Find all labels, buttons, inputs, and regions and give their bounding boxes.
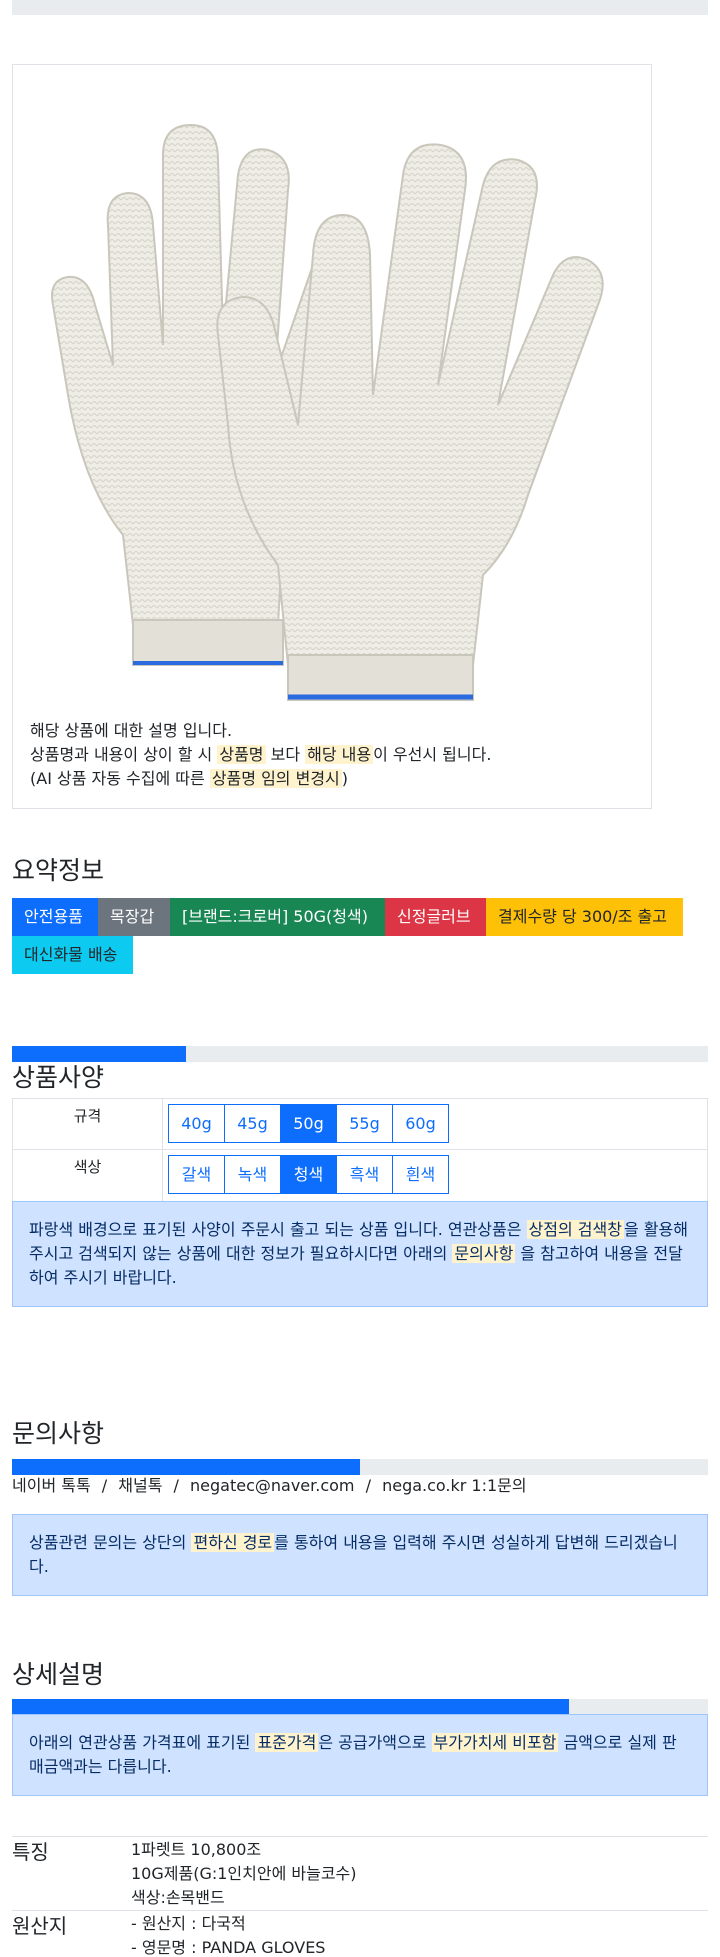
option-40g[interactable]: 40g — [168, 1104, 225, 1143]
divider — [12, 1836, 708, 1837]
detail-label-origin: 원산지 — [12, 1914, 68, 1938]
option-blue[interactable]: 청색 — [280, 1155, 337, 1194]
highlight-vat: 부가가치세 비포함 — [431, 1733, 559, 1752]
separator: / — [365, 1476, 371, 1495]
image-description: 해당 상품에 대한 설명 입니다. 상품명과 내용이 상이 할 시 상품명 보다… — [30, 719, 491, 791]
desc-text: 이 우선시 됩니다. — [373, 745, 492, 764]
details-notice: 아래의 연관상품 가격표에 표기된 표준가격 은 공급가액으로 부가가치세 비포함… — [12, 1714, 708, 1796]
feature-line: 1파렛트 10,800조 — [131, 1840, 262, 1859]
desc-line-2: 상품명과 내용이 상이 할 시 상품명 보다 해당 내용 이 우선시 됩니다. — [30, 743, 491, 767]
summary-title: 요약정보 — [12, 856, 105, 885]
specs-table: 규격 40g 45g 50g 55g 60g 색상 갈색 녹색 청색 흑색 흰색 — [12, 1098, 708, 1202]
specs-progress-fill — [12, 1046, 186, 1062]
detail-value-features: 1파렛트 10,800조 10G제품(G:1인치안에 바늘코수) 색상:손목밴드 — [131, 1838, 357, 1910]
inquiry-progress-fill — [12, 1459, 360, 1475]
detail-value-origin: - 원산지 : 다국적 - 영문명 : PANDA GLOVES — [131, 1912, 325, 1957]
badge-type: 목장갑 — [98, 898, 170, 936]
origin-line: - 영문명 : PANDA GLOVES — [131, 1938, 326, 1957]
origin-line: - 원산지 : 다국적 — [131, 1914, 246, 1933]
badge-quantity: 결제수량 당 300/조 출고 — [486, 898, 683, 936]
inquiry-notice: 상품관련 문의는 상단의 편하신 경로 를 통하여 내용을 입력해 주시면 성실하… — [12, 1514, 708, 1596]
details-progress — [12, 1699, 708, 1715]
top-strip — [12, 0, 708, 15]
highlight-standard-price: 표준가격 — [255, 1733, 319, 1752]
notice-text: 파랑색 배경으로 표기된 사양이 주문시 출고 되는 상품 입니다. 연관상품은 — [29, 1220, 527, 1239]
desc-text: 상품명과 내용이 상이 할 시 — [30, 745, 218, 764]
glove-image — [51, 123, 604, 701]
separator: / — [173, 1476, 179, 1495]
channel-email[interactable]: negatec@naver.com — [190, 1476, 354, 1495]
highlight-route: 편하신 경로 — [191, 1533, 275, 1552]
desc-text: (AI 상품 자동 수집에 따른 — [30, 769, 210, 788]
highlight-inquiry: 문의사항 — [452, 1244, 516, 1263]
divider — [12, 1910, 708, 1911]
spec-row-size: 규격 40g 45g 50g 55g 60g — [13, 1099, 707, 1150]
badge-maker: 신정글러브 — [385, 898, 486, 936]
product-image-card: 해당 상품에 대한 설명 입니다. 상품명과 내용이 상이 할 시 상품명 보다… — [12, 64, 652, 809]
channel-website[interactable]: nega.co.kr 1:1문의 — [382, 1476, 527, 1495]
inquiry-title: 문의사항 — [12, 1419, 105, 1448]
desc-text: 보다 — [265, 745, 306, 764]
specs-notice: 파랑색 배경으로 표기된 사양이 주문시 출고 되는 상품 입니다. 연관상품은… — [12, 1201, 708, 1307]
option-black[interactable]: 흑색 — [336, 1155, 393, 1194]
badge-brand: [브랜드:크로버] 50G(청색) — [170, 898, 385, 936]
option-50g[interactable]: 50g — [280, 1104, 337, 1143]
highlight-product-name: 상품명 — [217, 745, 266, 764]
feature-line: 10G제품(G:1인치안에 바늘코수) — [131, 1864, 357, 1883]
spec-label-size: 규격 — [13, 1099, 163, 1149]
desc-line-1: 해당 상품에 대한 설명 입니다. — [30, 721, 233, 740]
channel-channeltalk[interactable]: 채널톡 — [118, 1476, 162, 1495]
specs-title: 상품사양 — [12, 1063, 105, 1092]
spec-label-color: 색상 — [13, 1150, 163, 1201]
notice-text: 은 공급가액으로 — [318, 1733, 432, 1752]
highlight-content: 해당 내용 — [305, 745, 374, 764]
highlight-name-change: 상품명 임의 변경시 — [209, 769, 342, 788]
specs-progress — [12, 1046, 708, 1062]
details-title: 상세설명 — [12, 1660, 105, 1689]
channel-naver-talk[interactable]: 네이버 톡톡 — [12, 1476, 91, 1495]
option-45g[interactable]: 45g — [224, 1104, 281, 1143]
feature-line: 색상:손목밴드 — [131, 1888, 225, 1907]
option-green[interactable]: 녹색 — [224, 1155, 281, 1194]
inquiry-channels: 네이버 톡톡 / 채널톡 / negatec@naver.com / nega.… — [12, 1474, 527, 1498]
highlight-search: 상점의 검색창 — [526, 1220, 624, 1239]
desc-line-3: (AI 상품 자동 수집에 따른 상품명 임의 변경시) — [30, 767, 491, 791]
option-brown[interactable]: 갈색 — [168, 1155, 225, 1194]
desc-text: ) — [341, 769, 349, 788]
option-60g[interactable]: 60g — [392, 1104, 449, 1143]
spec-row-color: 색상 갈색 녹색 청색 흑색 흰색 — [13, 1150, 707, 1201]
details-progress-fill — [12, 1699, 569, 1715]
separator: / — [101, 1476, 108, 1495]
notice-text: 아래의 연관상품 가격표에 표기된 — [29, 1733, 256, 1752]
inquiry-progress — [12, 1459, 708, 1475]
option-white[interactable]: 흰색 — [392, 1155, 449, 1194]
badge-category: 안전용품 — [12, 898, 98, 936]
badge-shipping: 대신화물 배송 — [12, 936, 133, 974]
option-55g[interactable]: 55g — [336, 1104, 393, 1143]
notice-text: 상품관련 문의는 상단의 — [29, 1533, 192, 1552]
detail-label-features: 특징 — [12, 1840, 49, 1864]
